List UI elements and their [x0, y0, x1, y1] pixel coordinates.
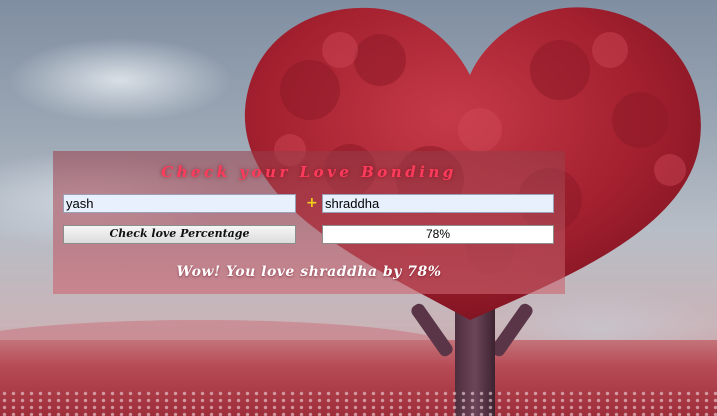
flower-field	[0, 390, 717, 416]
page-title: Check your Love Bonding	[161, 163, 457, 181]
second-name-input[interactable]: shraddha	[322, 194, 554, 213]
check-love-percentage-button[interactable]: Check love Percentage	[63, 225, 296, 244]
plus-icon: +	[306, 195, 318, 211]
first-name-input[interactable]: yash	[63, 194, 296, 213]
love-calculator-panel: Check your Love Bonding yash + shraddha …	[53, 151, 565, 294]
result-message: Wow! You love shraddha by 78%	[176, 264, 442, 280]
percentage-result-field[interactable]: 78%	[322, 225, 554, 244]
